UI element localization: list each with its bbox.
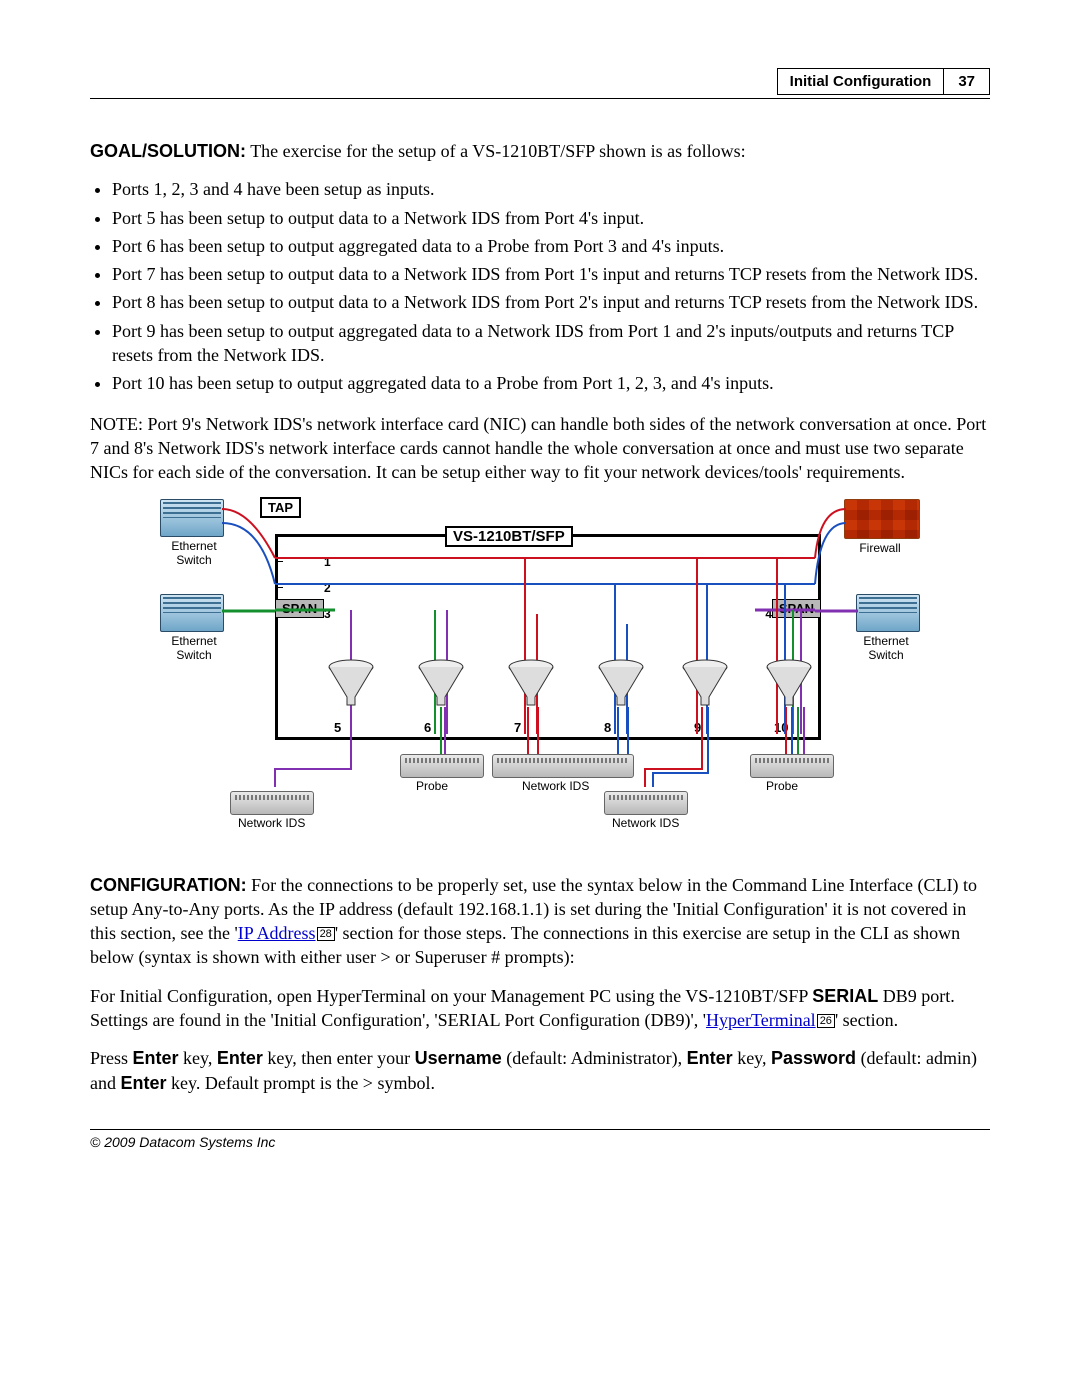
firewall-label: Firewall: [850, 541, 910, 555]
serial-paragraph: For Initial Configuration, open HyperTer…: [90, 984, 990, 1033]
press-enter-paragraph: Press Enter key, Enter key, then enter y…: [90, 1046, 990, 1095]
network-ids-device-icon: [492, 754, 634, 778]
port-number: 9: [694, 720, 701, 735]
goal-paragraph: GOAL/SOLUTION: The exercise for the setu…: [90, 139, 990, 163]
port-number: 7: [514, 720, 521, 735]
ethernet-switch-icon: [856, 594, 920, 632]
serial-intro: For Initial Configuration, open HyperTer…: [90, 986, 812, 1006]
span-label: SPAN: [772, 599, 821, 618]
funnel-icon: [418, 659, 464, 707]
funnel-icon: [682, 659, 728, 707]
funnel-icon: [328, 659, 374, 707]
list-item: Port 10 has been setup to output aggrega…: [112, 371, 990, 395]
port-number: 3: [324, 607, 331, 621]
goal-label: GOAL/SOLUTION:: [90, 141, 246, 161]
enter-key: Enter: [133, 1048, 179, 1068]
list-item: Port 9 has been setup to output aggregat…: [112, 319, 990, 368]
header-section-title: Initial Configuration: [778, 69, 944, 94]
ethernet-switch-icon: [160, 594, 224, 632]
enter-key: Enter: [121, 1073, 167, 1093]
device-box: 1 2 3 4 SPAN SPAN 5 6 7 8 9 10: [275, 534, 821, 740]
network-ids-device-icon: [230, 791, 314, 815]
username-label: Username: [415, 1048, 502, 1068]
bullet-list: Ports 1, 2, 3 and 4 have been setup as i…: [90, 177, 990, 395]
diagram-figure: Ethernet Switch Firewall Ethernet Switch…: [160, 499, 920, 849]
port-number: 1: [324, 555, 331, 569]
port-number: 6: [424, 720, 431, 735]
port-number: 8: [604, 720, 611, 735]
port-number: 5: [334, 720, 341, 735]
serial-rest-2: ' section.: [835, 1010, 898, 1030]
configuration-paragraph: CONFIGURATION: For the connections to be…: [90, 873, 990, 970]
probe-device-icon: [400, 754, 484, 778]
password-label: Password: [771, 1048, 856, 1068]
port-number: 2: [324, 581, 331, 595]
probe-device-icon: [750, 754, 834, 778]
list-item: Ports 1, 2, 3 and 4 have been setup as i…: [112, 177, 990, 201]
probe-label: Probe: [766, 779, 798, 793]
network-ids-device-icon: [604, 791, 688, 815]
funnel-icon: [508, 659, 554, 707]
port-number: 10: [774, 720, 788, 735]
enter-key: Enter: [687, 1048, 733, 1068]
page-ref-icon: 28: [317, 927, 335, 941]
page-ref-icon: 26: [817, 1014, 835, 1028]
ip-address-link[interactable]: IP Address: [238, 923, 316, 943]
network-ids-label: Network IDS: [522, 779, 589, 793]
device-title: VS-1210BT/SFP: [445, 526, 573, 547]
note-paragraph: NOTE: Port 9's Network IDS's network int…: [90, 412, 990, 485]
list-item: Port 7 has been setup to output data to …: [112, 262, 990, 286]
network-ids-label: Network IDS: [612, 816, 679, 830]
enter-key: Enter: [217, 1048, 263, 1068]
funnel-icon: [766, 659, 812, 707]
footer-copyright: © 2009 Datacom Systems Inc: [90, 1129, 990, 1150]
hyperterminal-link[interactable]: HyperTerminal: [706, 1010, 816, 1030]
serial-label: SERIAL: [812, 986, 878, 1006]
ethernet-switch-label: Ethernet Switch: [154, 634, 234, 662]
configuration-label: CONFIGURATION:: [90, 875, 247, 895]
probe-label: Probe: [416, 779, 448, 793]
ethernet-switch-label: Ethernet Switch: [154, 539, 234, 567]
tap-label: TAP: [260, 497, 301, 518]
header-page-number: 37: [943, 69, 989, 94]
list-item: Port 8 has been setup to output data to …: [112, 290, 990, 314]
ethernet-switch-icon: [160, 499, 224, 537]
firewall-icon: [844, 499, 920, 539]
list-item: Port 5 has been setup to output data to …: [112, 206, 990, 230]
goal-text: The exercise for the setup of a VS-1210B…: [250, 141, 745, 161]
page-header: Initial Configuration 37: [90, 70, 990, 99]
list-item: Port 6 has been setup to output aggregat…: [112, 234, 990, 258]
funnel-icon: [598, 659, 644, 707]
network-ids-label: Network IDS: [238, 816, 305, 830]
ethernet-switch-label: Ethernet Switch: [846, 634, 926, 662]
span-label: SPAN: [275, 599, 324, 618]
